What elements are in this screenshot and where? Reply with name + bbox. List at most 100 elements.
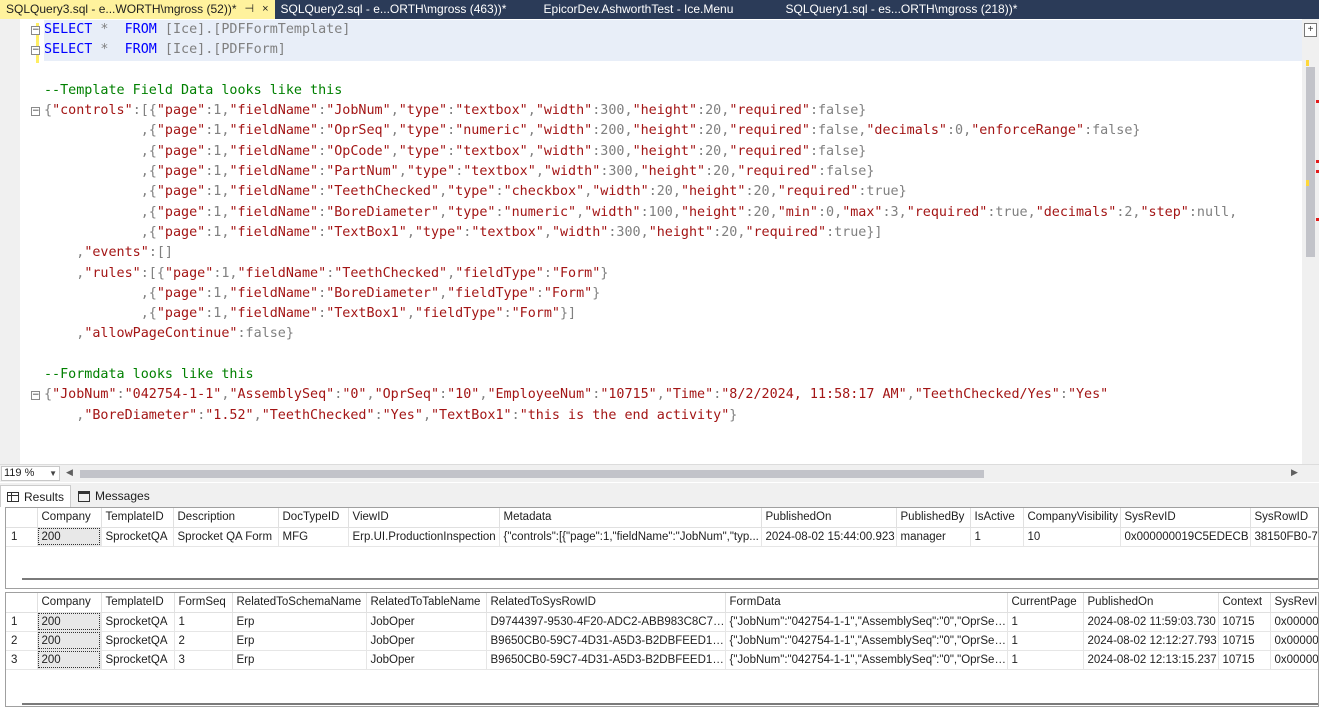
table-cell[interactable]: 1 [1007,631,1084,651]
column-header[interactable]: RelatedToTableName [366,593,487,613]
code-line[interactable] [44,345,1302,365]
collapse-icon[interactable]: − [31,107,40,116]
row-number[interactable]: 3 [6,650,38,670]
table-cell[interactable]: 0x00000 [1270,650,1318,670]
table-cell[interactable]: 200 [37,527,102,547]
column-header[interactable]: CompanyVisibility [1023,508,1121,528]
table-cell[interactable]: {"controls":[{"page":1,"fieldName":"JobN… [499,527,762,547]
column-header[interactable]: Company [37,508,102,528]
code-line[interactable]: ,"rules":[{"page":1,"fieldName":"TeethCh… [44,264,1302,284]
tab-epicordev-menu[interactable]: EpicorDev.AshworthTest - Ice.Menu [538,0,780,19]
tab-messages[interactable]: Messages [71,485,157,507]
row-number[interactable]: 1 [6,612,38,632]
column-header[interactable]: CurrentPage [1007,593,1084,613]
column-header[interactable]: SysRowID [1250,508,1318,528]
grid-horizontal-scrollbar[interactable] [22,703,1318,705]
table-cell[interactable]: 10715 [1218,631,1271,651]
table-cell[interactable]: 1 [174,612,233,632]
column-header[interactable]: Description [173,508,279,528]
table-cell[interactable]: 0x00000 [1270,612,1318,632]
code-line[interactable]: ,"events":[] [44,243,1302,263]
table-cell[interactable]: 200 [37,631,102,651]
code-line[interactable]: ,{"page":1,"fieldName":"BoreDiameter","t… [44,203,1302,223]
column-header[interactable]: PublishedBy [896,508,971,528]
table-cell[interactable]: 2024-08-02 11:59:03.730 [1083,612,1219,632]
column-header[interactable]: TemplateID [101,593,175,613]
code-line[interactable]: ,{"page":1,"fieldName":"OpCode","type":"… [44,142,1302,162]
table-cell[interactable]: JobOper [366,631,487,651]
table-cell[interactable]: SprocketQA [101,527,174,547]
column-header[interactable]: FormData [725,593,1008,613]
table-cell[interactable]: manager [896,527,971,547]
tab-sqlquery3[interactable]: SQLQuery3.sql - e...WORTH\mgross (52))* … [0,0,275,19]
code-line[interactable] [44,61,1302,81]
grid-horizontal-scrollbar[interactable] [22,578,1318,580]
table-cell[interactable]: SprocketQA [101,631,175,651]
code-line[interactable]: ,{"page":1,"fieldName":"TextBox1","field… [44,304,1302,324]
column-header[interactable]: Context [1218,593,1271,613]
table-cell[interactable]: 0x00000 [1270,631,1318,651]
column-header[interactable]: PublishedOn [761,508,897,528]
column-header[interactable]: DocTypeID [278,508,349,528]
table-cell[interactable]: Erp [232,650,367,670]
column-header[interactable]: FormSeq [174,593,233,613]
column-header[interactable]: SysRevID [1120,508,1251,528]
table-cell[interactable]: {"JobNum":"042754-1-1","AssemblySeq":"0"… [725,650,1008,670]
pin-icon[interactable]: ⊣ [245,0,255,19]
table-cell[interactable]: 2024-08-02 12:12:27.793 [1083,631,1219,651]
split-editor-icon[interactable]: + [1304,23,1317,37]
column-header[interactable]: RelatedToSchemaName [232,593,367,613]
results-grid-pdfformtemplate[interactable]: Company TemplateID Description DocTypeID Vie… [5,507,1319,589]
column-header[interactable] [6,508,38,528]
table-cell[interactable]: 10715 [1218,650,1271,670]
table-cell[interactable]: 2024-08-02 12:13:15.237 [1083,650,1219,670]
column-header[interactable] [6,593,38,613]
table-cell[interactable]: 10715 [1218,612,1271,632]
vertical-scrollbar[interactable]: + [1302,19,1319,464]
table-cell[interactable]: JobOper [366,612,487,632]
table-row[interactable]: 2 200 SprocketQA 2 Erp JobOper B9650CB0-59C7-4… [6,631,1318,651]
zoom-select[interactable]: 119 % ▼ [1,466,60,481]
column-header[interactable]: Metadata [499,508,762,528]
code-line[interactable]: ,"allowPageContinue":false} [44,324,1302,344]
table-row[interactable]: 1 200 SprocketQA 1 Erp JobOper D9744397-9530-4… [6,612,1318,632]
table-cell[interactable]: D9744397-9530-4F20-ADC2-ABB983C8C716 [486,612,726,632]
close-icon[interactable]: × [262,0,268,19]
code-line[interactable]: ,{"page":1,"fieldName":"OprSeq","type":"… [44,121,1302,141]
table-cell[interactable]: {"JobNum":"042754-1-1","AssemblySeq":"0"… [725,631,1008,651]
table-cell[interactable]: Erp.UI.ProductionInspection [348,527,500,547]
table-cell[interactable]: {"JobNum":"042754-1-1","AssemblySeq":"0"… [725,612,1008,632]
scroll-right-icon[interactable]: ▶ [1291,467,1298,478]
table-row[interactable]: 1 200 SprocketQA Sprocket QA Form MFG Erp.UI.… [6,527,1318,547]
table-cell[interactable]: B9650CB0-59C7-4D31-A5D3-B2DBFEED1A1E [486,631,726,651]
column-header[interactable]: RelatedToSysRowID [486,593,726,613]
column-header[interactable]: IsActive [970,508,1024,528]
code-line[interactable]: ,{"page":1,"fieldName":"PartNum","type":… [44,162,1302,182]
code-line[interactable]: ,{"page":1,"fieldName":"TeethChecked","t… [44,182,1302,202]
table-cell[interactable]: 1 [970,527,1024,547]
code-line[interactable]: {"controls":[{"page":1,"fieldName":"JobN… [44,101,1302,121]
table-cell[interactable]: 200 [37,650,102,670]
table-cell[interactable]: Erp [232,612,367,632]
table-cell[interactable]: SprocketQA [101,650,175,670]
table-cell[interactable]: 38150FB0-7 [1250,527,1318,547]
table-cell[interactable]: 2024-08-02 15:44:00.923 [761,527,897,547]
collapse-icon[interactable]: − [31,26,40,35]
table-cell[interactable]: 0x000000019C5EDECB [1120,527,1251,547]
table-cell[interactable]: 1 [1007,612,1084,632]
tab-results[interactable]: Results [0,485,72,507]
code-line[interactable]: ,"BoreDiameter":"1.52","TeethChecked":"Y… [44,406,1302,426]
table-cell[interactable]: 10 [1023,527,1121,547]
table-cell[interactable]: 2 [174,631,233,651]
column-header[interactable]: SysRevID [1270,593,1318,613]
table-cell[interactable]: MFG [278,527,349,547]
row-number[interactable]: 1 [6,527,38,547]
collapse-icon[interactable]: − [31,46,40,55]
code-area[interactable]: SELECT * FROM [Ice].[PDFFormTemplate] SEL… [44,20,1302,440]
query-editor[interactable]: − − − − SELECT * FROM [Ice].[PDFFormTemp… [0,19,1319,464]
table-row[interactable]: 3 200 SprocketQA 3 Erp JobOper B9650CB0-59C7-4… [6,650,1318,670]
row-number[interactable]: 2 [6,631,38,651]
column-header[interactable]: PublishedOn [1083,593,1219,613]
table-cell[interactable]: B9650CB0-59C7-4D31-A5D3-B2DBFEED1A1E [486,650,726,670]
code-line[interactable]: SELECT * FROM [Ice].[PDFForm] [44,40,1302,61]
